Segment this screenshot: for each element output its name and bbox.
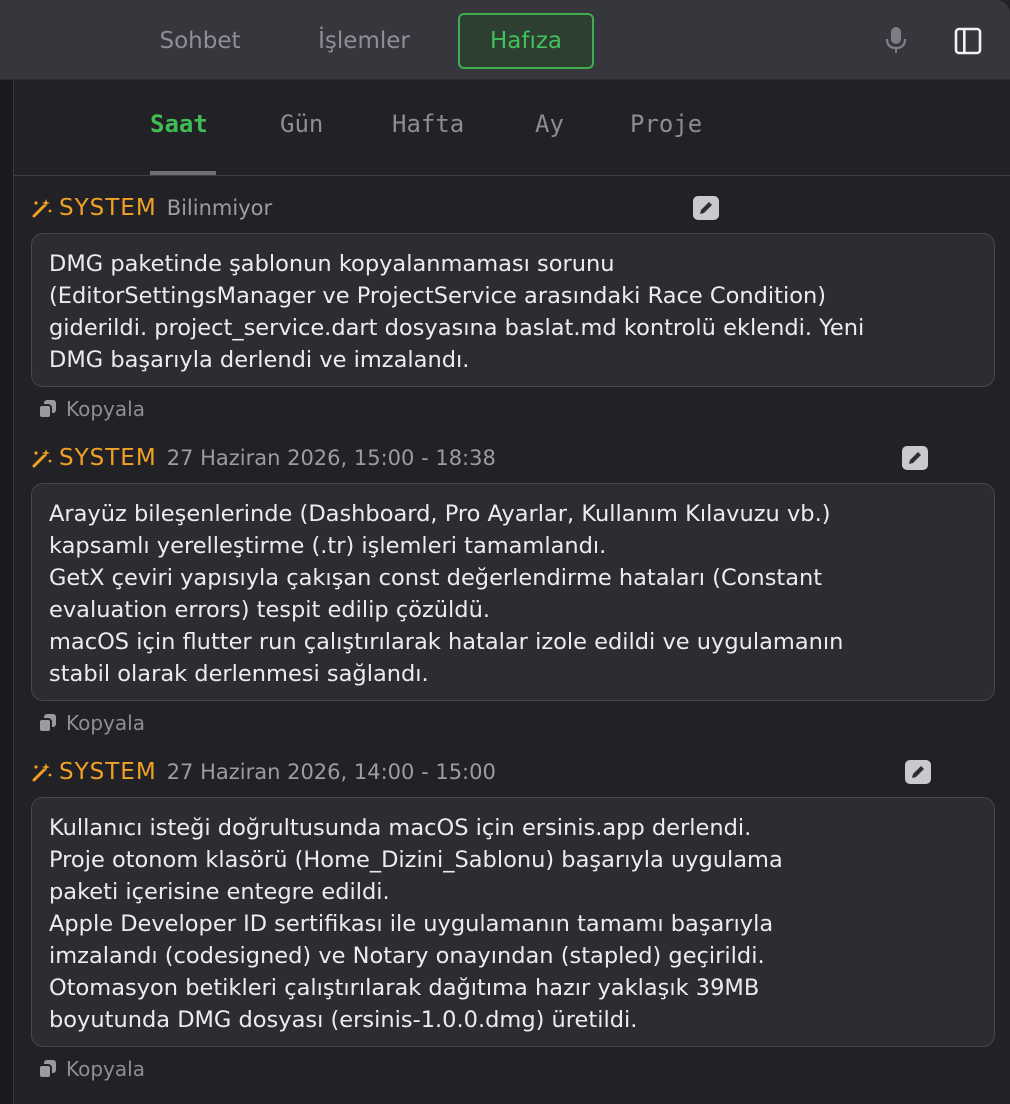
sub-tab-bar: Saat Gün Hafta Ay Proje <box>14 80 1010 176</box>
entry-date: 27 Haziran 2026, 14:00 - 15:00 <box>166 760 496 784</box>
tab-sohbet[interactable]: Sohbet <box>140 13 260 69</box>
pencil-icon <box>909 452 921 464</box>
copy-icon <box>38 714 56 733</box>
source-label: SYSTEM <box>59 195 157 221</box>
entry-text-line: giderildi. project_service.dart dosyasın… <box>49 315 865 341</box>
entry-text-line: GetX çeviri yapısıyla çakışan const değe… <box>49 565 823 591</box>
top-nav-bar: Sohbet İşlemler Hafıza <box>0 0 1010 80</box>
entry-text-line: Kullanıcı isteği doğrultusunda macOS içi… <box>49 815 752 841</box>
copy-icon <box>38 400 56 419</box>
magic-wand-icon <box>32 763 52 782</box>
source-label: SYSTEM <box>59 759 157 785</box>
entry-text-line: Otomasyon betikleri çalıştırılarak dağıt… <box>49 975 760 1001</box>
magic-wand-icon <box>32 449 52 468</box>
tab-hafta[interactable]: Hafta <box>392 110 464 138</box>
entry-text-line: stabil olarak derlenmesi sağlandı. <box>49 661 429 687</box>
copy-button[interactable]: Kopyala <box>38 710 145 736</box>
tab-label: Hafıza <box>489 28 563 54</box>
entry-text-line: Arayüz bileşenlerinde (Dashboard, Pro Ay… <box>49 501 831 527</box>
tab-hafiza[interactable]: Hafıza <box>458 13 594 69</box>
active-tab-indicator <box>150 171 216 175</box>
entry-text-line: imzalandı (codesigned) ve Notary onayınd… <box>49 943 765 969</box>
tab-proje[interactable]: Proje <box>630 110 702 138</box>
entry-date: Bilinmiyor <box>166 196 273 220</box>
microphone-icon[interactable] <box>880 24 912 56</box>
entry-text-line: Apple Developer ID sertifikası ile uygul… <box>49 911 774 937</box>
pencil-icon <box>700 202 712 214</box>
left-rail <box>0 80 14 1104</box>
copy-button[interactable]: Kopyala <box>38 1056 145 1082</box>
tab-gun[interactable]: Gün <box>280 110 323 138</box>
entry-text-line: (EditorSettingsManager ve ProjectService… <box>49 283 827 309</box>
magic-wand-icon <box>32 199 52 218</box>
entry-text-line: kapsamlı yerelleştirme (.tr) işlemleri t… <box>49 533 607 559</box>
copy-label: Kopyala <box>66 711 145 735</box>
entry-text-line: evaluation errors) tespit edilip çözüldü… <box>49 597 490 623</box>
tab-label: Sohbet <box>159 28 241 54</box>
entry-card: DMG paketinde şablonun kopyalanmaması so… <box>31 233 995 387</box>
entry-text-line: Proje otonom klasörü (Home_Dizini_Sablon… <box>49 847 783 873</box>
entry-text-line: DMG başarıyla derlendi ve imzalandı. <box>49 347 470 373</box>
source-label: SYSTEM <box>59 445 157 471</box>
pencil-icon <box>912 766 924 778</box>
entry-date: 27 Haziran 2026, 15:00 - 18:38 <box>166 446 496 470</box>
edit-button[interactable] <box>902 446 928 470</box>
copy-label: Kopyala <box>66 1057 145 1081</box>
entry-text-line: boyutunda DMG dosyası (ersinis-1.0.0.dmg… <box>49 1007 638 1033</box>
entry-header: SYSTEM Bilinmiyor <box>31 193 272 223</box>
tab-saat[interactable]: Saat <box>150 110 208 138</box>
tab-islemler[interactable]: İşlemler <box>296 13 432 69</box>
copy-button[interactable]: Kopyala <box>38 396 145 422</box>
edit-button[interactable] <box>693 196 719 220</box>
entry-header: SYSTEM 27 Haziran 2026, 14:00 - 15:00 <box>31 757 496 787</box>
entry-text-line: DMG paketinde şablonun kopyalanmaması so… <box>49 251 615 277</box>
entry-text-line: paketi içerisine entegre edildi. <box>49 879 390 905</box>
entry-card: Arayüz bileşenlerinde (Dashboard, Pro Ay… <box>31 483 995 701</box>
tab-label: İşlemler <box>318 28 410 54</box>
entry-text-line: macOS için flutter run çalıştırılarak ha… <box>49 629 844 655</box>
copy-icon <box>38 1060 56 1079</box>
edit-button[interactable] <box>905 760 931 784</box>
entry-header: SYSTEM 27 Haziran 2026, 15:00 - 18:38 <box>31 443 496 473</box>
copy-label: Kopyala <box>66 397 145 421</box>
tab-ay[interactable]: Ay <box>535 110 564 138</box>
sidebar-toggle-icon[interactable] <box>952 25 984 57</box>
entry-card: Kullanıcı isteği doğrultusunda macOS içi… <box>31 797 995 1047</box>
